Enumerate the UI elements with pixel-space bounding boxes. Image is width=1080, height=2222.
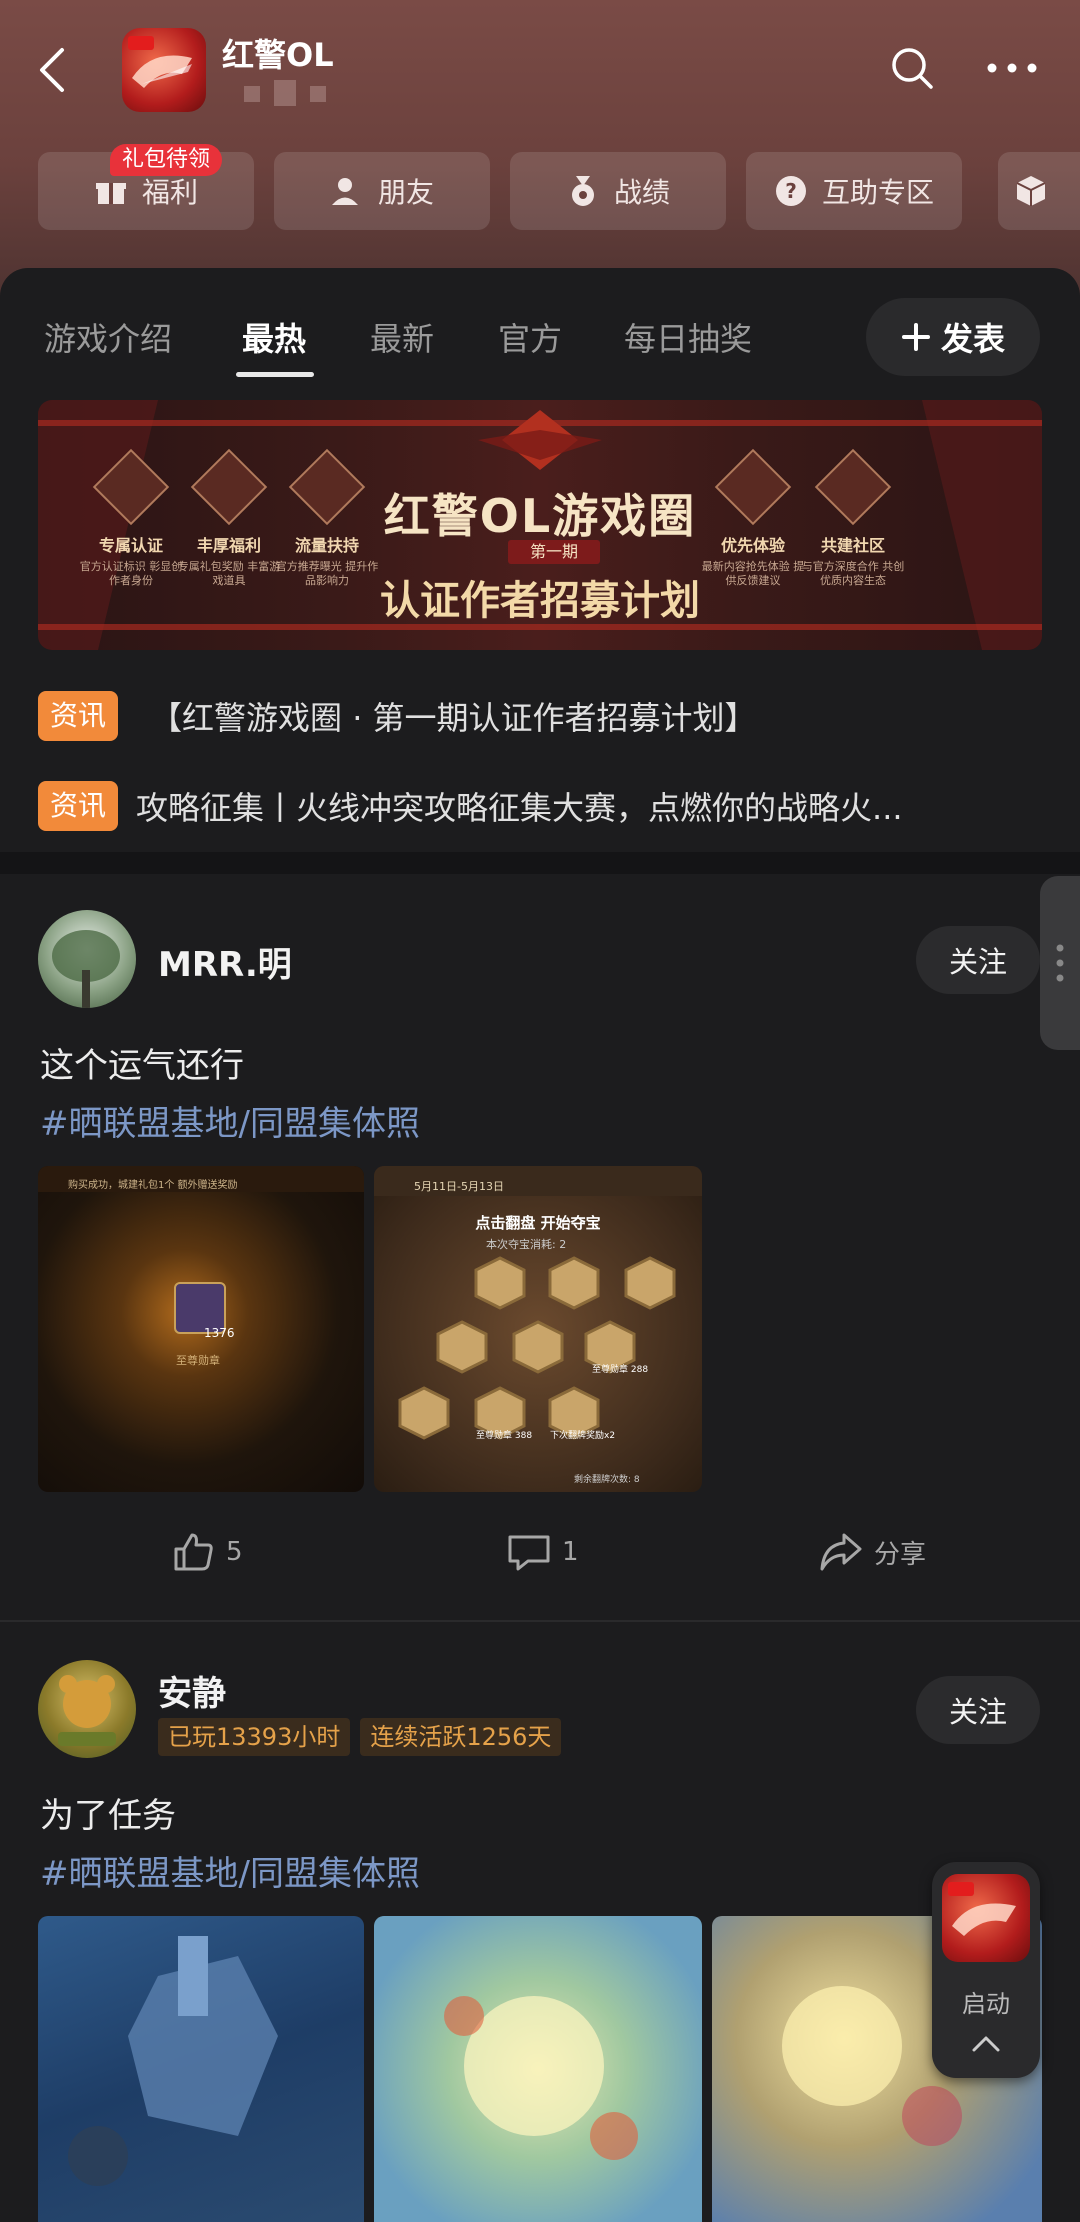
tab-official[interactable]: 官方 [498, 314, 562, 360]
avatar[interactable] [38, 1660, 136, 1758]
medal-icon [571, 176, 594, 206]
like-count: 5 [226, 1537, 243, 1567]
username[interactable]: MRR.明 [158, 937, 292, 986]
blurred-subtitle [244, 80, 326, 106]
prize-name: 下次翻牌奖励x2 [550, 1431, 616, 1441]
share-icon [820, 1533, 862, 1571]
tab-daily-lottery[interactable]: 每日抽奖 [624, 314, 752, 360]
active-days-tag: 连续活跃1256天 [360, 1718, 562, 1756]
launch-game-widget[interactable]: 启动 [932, 1862, 1040, 2078]
post-text: 为了任务 [40, 1796, 176, 1836]
share-button[interactable]: 分享 [818, 1522, 926, 1582]
game-logo [122, 28, 206, 112]
question-icon: ? [775, 176, 806, 206]
post-hashtag[interactable]: #晒联盟基地/同盟集体照 [40, 1846, 420, 1895]
comment-count: 1 [562, 1537, 579, 1567]
avatar[interactable] [38, 910, 136, 1008]
quick-link-label: 朋友 [377, 176, 434, 209]
quick-link-friends[interactable]: 朋友 [274, 152, 490, 230]
prize-name: 至尊勋章 [592, 1365, 629, 1375]
news-item[interactable]: 资讯 【红警游戏圈 · 第一期认证作者招募计划】 [38, 690, 757, 742]
post-button[interactable]: 发表 [866, 298, 1040, 376]
tab-hot[interactable]: 最热 [242, 314, 306, 360]
tab-bar: 游戏介绍 最热 最新 官方 每日抽奖 发表 [0, 268, 1080, 378]
news-text: 攻略征集丨火线冲突攻略征集大赛，点燃你的战略火... [136, 789, 903, 827]
chevron-up-icon[interactable] [968, 2032, 1004, 2056]
post-button-label: 发表 [940, 320, 1005, 358]
side-drawer-handle[interactable] [1040, 876, 1080, 1050]
username[interactable]: 安静 [158, 1666, 226, 1715]
cube-icon [1016, 176, 1046, 206]
item-name: 至尊勋章 [176, 1354, 220, 1367]
launch-label: 启动 [962, 1990, 1010, 2018]
chevron-left-icon [40, 48, 64, 92]
search-icon [892, 48, 933, 89]
quick-link-record[interactable]: 战绩 [510, 152, 726, 230]
comment-button[interactable]: 1 [506, 1522, 579, 1582]
thumbs-up-icon [174, 1533, 213, 1571]
comment-icon [508, 1535, 550, 1571]
game-logo [942, 1874, 1030, 1962]
item-count: 1376 [204, 1326, 235, 1340]
post-text: 这个运气还行 [40, 1046, 244, 1086]
news-text: 【红警游戏圈 · 第一期认证作者招募计划】 [150, 699, 757, 737]
post-actions: 5 1 分享 [0, 1522, 1080, 1582]
plus-icon [901, 323, 930, 351]
more-button[interactable] [984, 50, 1040, 86]
quick-link-label: 互助专区 [821, 176, 934, 209]
quick-link-label: 福利 [141, 176, 198, 209]
section-divider [0, 852, 1080, 874]
post-image[interactable] [374, 1916, 702, 2222]
quick-link-label: 战绩 [613, 176, 670, 209]
quick-link-more[interactable] [998, 152, 1080, 230]
prize-count: 288 [630, 1365, 649, 1375]
quick-link-help[interactable]: ? 互助专区 [746, 152, 962, 230]
post-image[interactable] [38, 1916, 364, 2222]
app-title: 红警OL [222, 36, 334, 74]
more-dots-icon [987, 63, 1037, 73]
active-tab-indicator [236, 372, 314, 377]
remaining-count: 剩余翻牌次数: 8 [574, 1475, 640, 1485]
svg-text:?: ? [785, 179, 797, 203]
post-image[interactable]: 购买成功，城建礼包1个 额外赠送奖励 1376 至尊勋章 [38, 1166, 364, 1492]
image-caption: 购买成功，城建礼包1个 额外赠送奖励 [68, 1180, 238, 1191]
prize-name: 至尊勋章 [476, 1431, 513, 1441]
follow-button[interactable]: 关注 [916, 1676, 1040, 1744]
play-hours-tag: 已玩13393小时 [158, 1718, 351, 1756]
user-stats: 已玩13393小时 连续活跃1256天 [158, 1718, 571, 1756]
promo-banner[interactable]: 专属认证 官方认证标识 彰显创作者身份 丰厚福利 专属礼包奖励 丰富游戏道具 流量扶… [38, 400, 1042, 650]
post-hashtag[interactable]: #晒联盟基地/同盟集体照 [40, 1096, 420, 1145]
banner-title: 红警OL游戏圈 [383, 489, 697, 543]
tab-game-intro[interactable]: 游戏介绍 [44, 314, 172, 360]
back-button[interactable] [30, 40, 80, 100]
more-vertical-icon [1056, 944, 1064, 982]
news-tag: 资讯 [38, 781, 119, 831]
tab-latest[interactable]: 最新 [370, 314, 434, 360]
banner-issue: 第一期 [508, 540, 600, 564]
news-tag: 资讯 [38, 691, 119, 741]
post-separator [0, 1620, 1080, 1622]
search-button[interactable] [888, 44, 936, 92]
prize-count: 388 [514, 1431, 533, 1441]
friend-icon [331, 178, 358, 205]
banner-subtitle: 认证作者招募计划 [380, 578, 700, 624]
share-label: 分享 [874, 1539, 927, 1570]
gift-icon [95, 183, 126, 204]
gift-badge: 礼包待领 [110, 144, 223, 176]
post-image[interactable]: 5月11日-5月13日 点击翻盘 开始夺宝 本次夺宝消耗: 2 至尊勋章 288… [374, 1166, 702, 1492]
follow-button[interactable]: 关注 [916, 926, 1040, 994]
news-item[interactable]: 资讯 攻略征集丨火线冲突攻略征集大赛，点燃你的战略火... [38, 780, 903, 832]
like-button[interactable]: 5 [170, 1522, 243, 1582]
